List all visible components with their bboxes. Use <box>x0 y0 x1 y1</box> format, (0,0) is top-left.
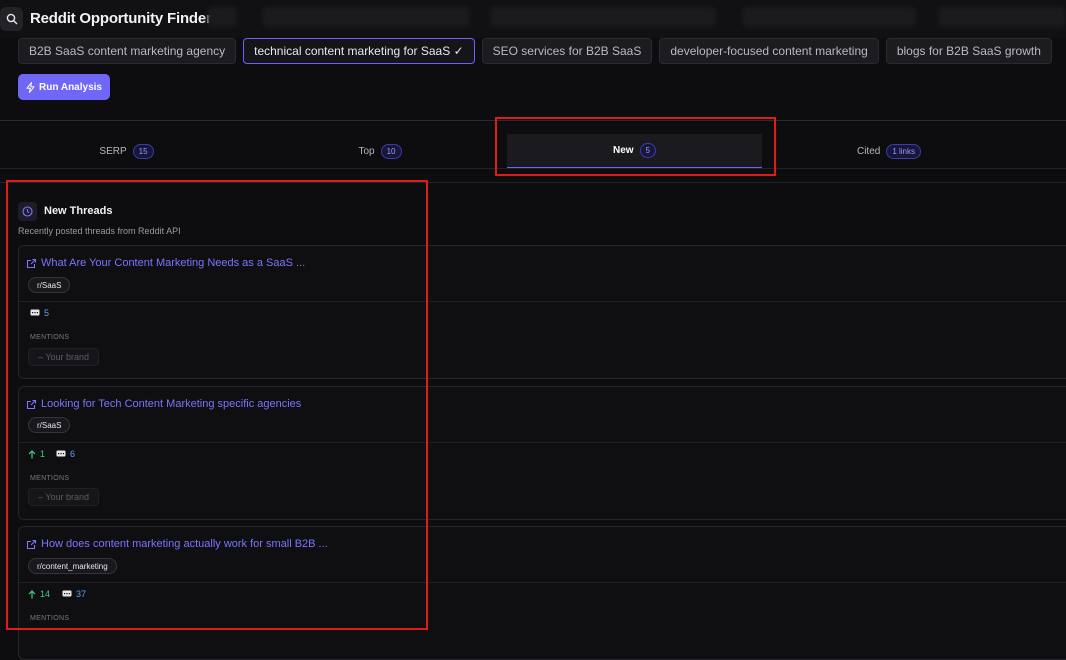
search-button[interactable] <box>0 7 23 31</box>
highlight-box-tab <box>495 117 776 176</box>
tab-label: Top <box>358 145 375 157</box>
top-bar: Reddit Opportunity Finder <box>0 0 1066 38</box>
keyword-chip-selected[interactable]: technical content marketing for SaaS ✓ <box>243 38 475 64</box>
keyword-chips: B2B SaaS content marketing agency techni… <box>18 38 1052 64</box>
tab-serp[interactable]: SERP 15 <box>0 134 253 168</box>
tab-top[interactable]: Top 10 <box>253 134 507 168</box>
keyword-chip[interactable]: blogs for B2B SaaS growth <box>885 38 1052 64</box>
highlight-box-threads <box>6 180 428 630</box>
keyword-chip[interactable]: developer-focused content marketing <box>659 38 879 64</box>
tab-cited[interactable]: Cited 1 links <box>762 134 1016 168</box>
lightning-icon <box>26 81 35 93</box>
tab-label: Cited <box>856 145 881 157</box>
blurred-nav-item <box>938 7 1066 27</box>
run-analysis-button[interactable]: Run Analysis <box>18 74 110 100</box>
blurred-nav-item <box>490 7 716 27</box>
run-analysis-label: Run Analysis <box>39 81 102 93</box>
keyword-chip[interactable]: SEO services for B2B SaaS <box>481 38 653 64</box>
search-icon <box>6 13 17 25</box>
blurred-nav-item <box>262 7 470 27</box>
blurred-nav-item <box>207 7 237 27</box>
blurred-nav-item <box>742 7 916 27</box>
tab-count-badge: 1 links <box>886 143 922 159</box>
tab-count-badge: 15 <box>132 143 154 159</box>
keyword-chip[interactable]: B2B SaaS content marketing agency <box>18 38 237 64</box>
tab-count-badge: 10 <box>380 143 402 159</box>
app-title: Reddit Opportunity Finder <box>30 10 212 27</box>
tab-label: SERP <box>99 145 127 157</box>
